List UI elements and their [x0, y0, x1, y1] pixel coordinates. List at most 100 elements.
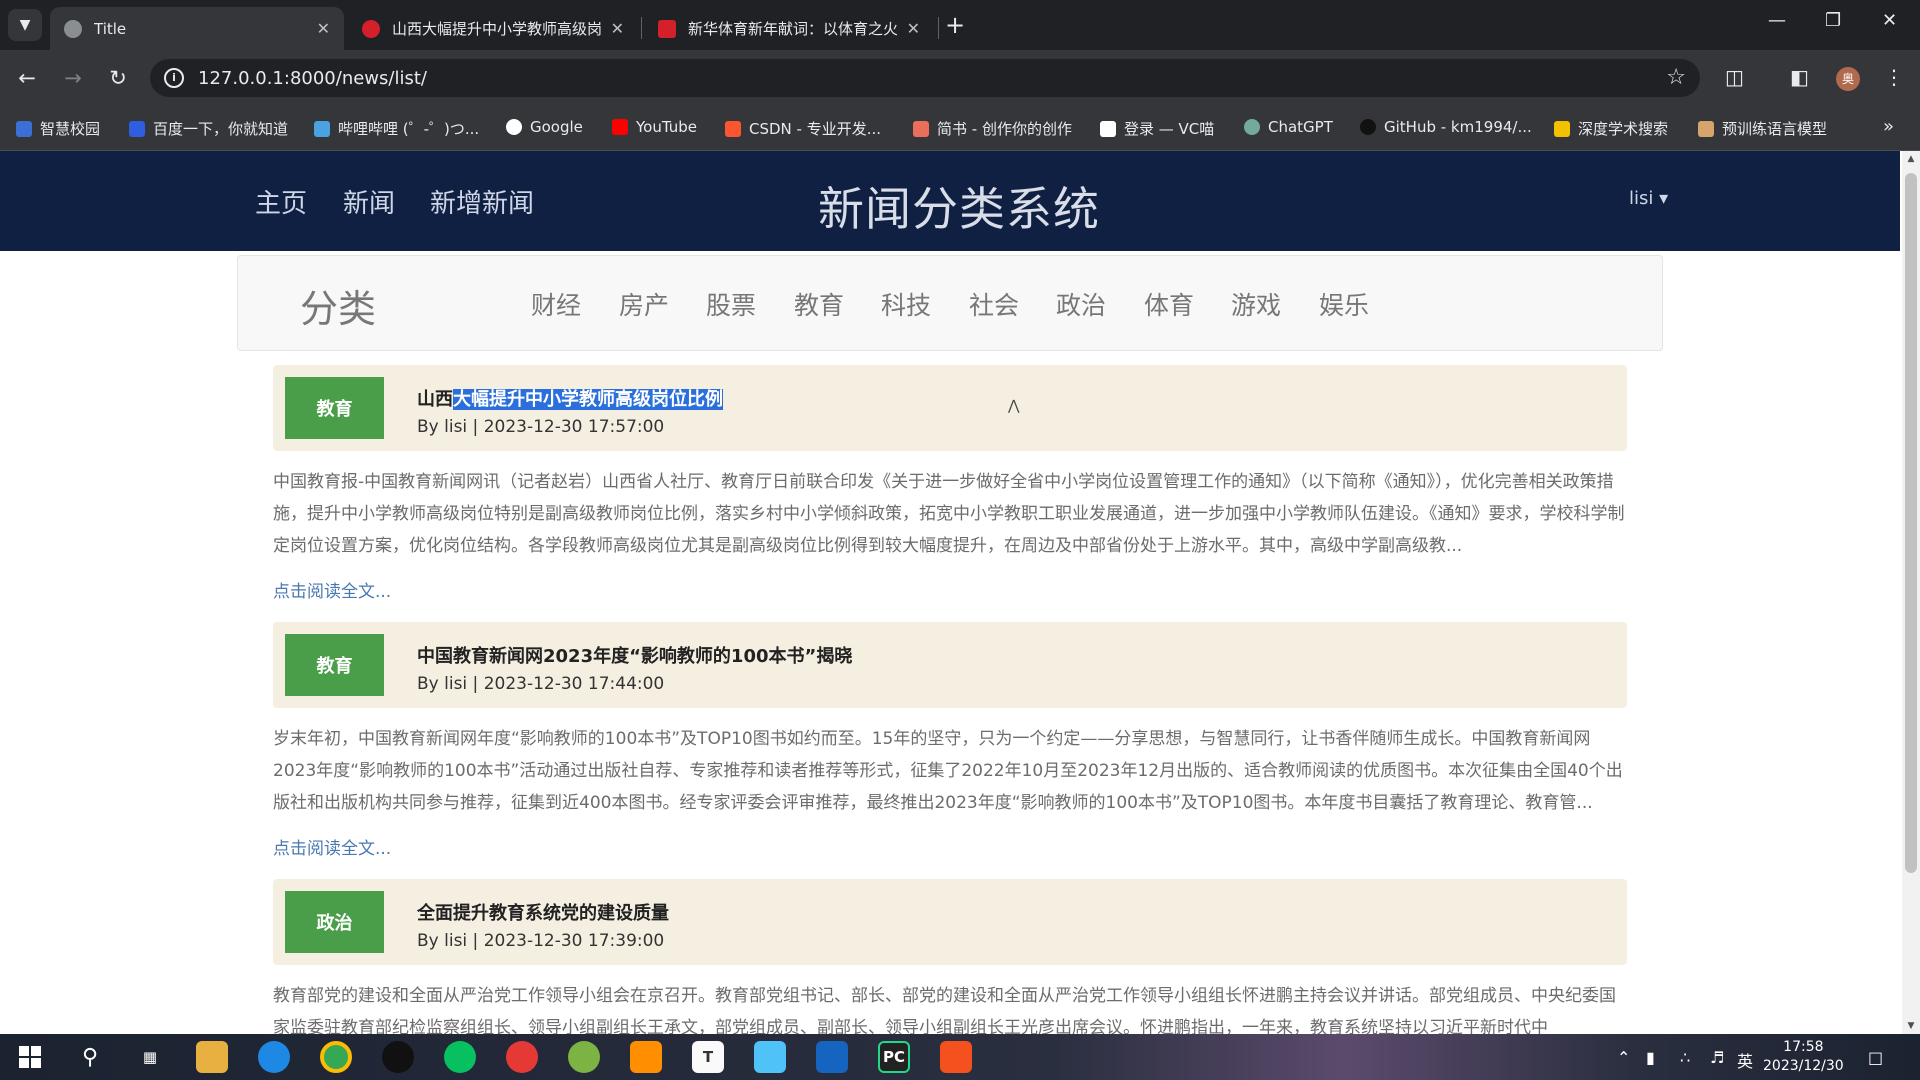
bookmark-item[interactable]: 智慧校园: [16, 118, 100, 139]
close-icon[interactable]: ✕: [317, 19, 330, 38]
bookmark-item[interactable]: ChatGPT: [1244, 118, 1333, 136]
bookmark-item[interactable]: 预训练语言模型: [1698, 118, 1827, 139]
notification-icon[interactable]: □: [1868, 1048, 1883, 1067]
bookmark-item[interactable]: 登录 — VC喵: [1100, 118, 1214, 139]
article-meta: By lisi | 2023-12-30 17:44:00: [417, 674, 665, 694]
article-meta: By lisi | 2023-12-30 17:39:00: [417, 931, 665, 951]
scroll-down-icon[interactable]: ▼: [1902, 1021, 1920, 1031]
wifi-icon[interactable]: ∴: [1680, 1048, 1690, 1067]
bookmark-item[interactable]: 深度学术搜索: [1554, 118, 1668, 139]
news-site-icon: [362, 19, 380, 38]
info-icon[interactable]: i: [164, 68, 184, 88]
tray-expand-icon[interactable]: ⌃: [1617, 1048, 1630, 1067]
category-sports[interactable]: 体育: [1144, 286, 1194, 322]
close-window-icon[interactable]: ✕: [1882, 10, 1897, 31]
nav-add-news-link[interactable]: 新增新闻: [430, 183, 534, 220]
close-icon[interactable]: ✕: [611, 19, 624, 38]
netease-music-icon[interactable]: [506, 1041, 538, 1073]
bookmark-item[interactable]: GitHub - km1994/...: [1360, 118, 1532, 136]
chrome-icon[interactable]: [320, 1041, 352, 1073]
bookmark-label: YouTube: [636, 118, 697, 136]
address-bar[interactable]: i 127.0.0.1:8000/news/list/ ☆: [150, 59, 1700, 97]
flower-app-icon[interactable]: [754, 1041, 786, 1073]
tab-news-shanxi[interactable]: 山西大幅提升中小学教师高级岗 ✕: [348, 7, 638, 50]
article-header: 教育 中国教育新闻网2023年度“影响教师的100本书”揭晓 By lisi |…: [273, 622, 1627, 708]
tab-title-page[interactable]: Title ✕: [50, 7, 344, 50]
battery-icon[interactable]: ▮: [1646, 1048, 1655, 1067]
article-header: 政治 全面提升教育系统党的建设质量 By lisi | 2023-12-30 1…: [273, 879, 1627, 965]
ime-indicator[interactable]: 英: [1737, 1048, 1753, 1072]
article-title[interactable]: 全面提升教育系统党的建设质量: [417, 899, 669, 925]
slides-icon[interactable]: [940, 1041, 972, 1073]
page-scrollbar[interactable]: ▲ ▼: [1902, 151, 1920, 1034]
menu-icon[interactable]: ⋮: [1884, 65, 1904, 89]
forward-icon[interactable]: →: [58, 63, 88, 93]
search-tool-icon[interactable]: [630, 1041, 662, 1073]
bookmark-star-icon[interactable]: ☆: [1666, 65, 1686, 90]
clock-date: 2023/12/30: [1763, 1058, 1844, 1074]
tab-search-button[interactable]: ▼: [8, 9, 42, 41]
task-view-icon[interactable]: ▦: [134, 1041, 166, 1073]
vscode-like-icon[interactable]: [816, 1041, 848, 1073]
bookmark-item[interactable]: 简书 - 创作你的创作: [913, 118, 1072, 139]
category-realestate[interactable]: 房产: [619, 286, 669, 322]
scholar-icon: [1554, 120, 1570, 137]
windows-start-icon[interactable]: [14, 1041, 46, 1073]
bookmark-item[interactable]: 哔哩哔哩 (゜-゜)つ...: [314, 118, 479, 139]
nav-news-link[interactable]: 新闻: [343, 183, 395, 220]
github-icon: [1360, 119, 1376, 135]
category-stocks[interactable]: 股票: [706, 286, 756, 322]
side-panel-icon[interactable]: ◧: [1790, 65, 1809, 89]
system-clock[interactable]: 17:58 2023/12/30: [1763, 1038, 1844, 1076]
pycharm-icon[interactable]: PC: [878, 1041, 910, 1073]
bookmark-label: CSDN - 专业开发...: [749, 120, 882, 138]
scrollbar-thumb[interactable]: [1905, 173, 1917, 873]
bookmark-item[interactable]: YouTube: [612, 118, 697, 136]
read-more-link[interactable]: 点击阅读全文...: [273, 834, 1627, 859]
nav-home-link[interactable]: 主页: [255, 183, 307, 220]
reload-icon[interactable]: ↻: [103, 63, 133, 93]
category-entertainment[interactable]: 娱乐: [1319, 286, 1369, 322]
read-more-link[interactable]: 点击阅读全文...: [273, 577, 1627, 602]
article-card: 政治 全面提升教育系统党的建设质量 By lisi | 2023-12-30 1…: [273, 879, 1627, 1034]
scroll-up-icon[interactable]: ▲: [1902, 154, 1920, 164]
bookmark-item[interactable]: Google: [506, 118, 583, 136]
category-society[interactable]: 社会: [969, 286, 1019, 322]
user-dropdown[interactable]: lisi ▾: [1629, 188, 1668, 209]
user-name: lisi: [1629, 188, 1654, 209]
wechat-icon[interactable]: [444, 1041, 476, 1073]
typora-icon[interactable]: T: [692, 1041, 724, 1073]
search-icon[interactable]: ⚲: [74, 1041, 106, 1073]
edge-icon[interactable]: [258, 1041, 290, 1073]
app-icon[interactable]: [568, 1041, 600, 1073]
profile-avatar[interactable]: 奥: [1836, 67, 1860, 91]
url-text[interactable]: 127.0.0.1:8000/news/list/: [198, 68, 427, 89]
tab-news-sport[interactable]: 新华体育新年献词：以体育之火 ✕: [644, 7, 934, 50]
bookmark-item[interactable]: CSDN - 专业开发...: [725, 118, 881, 139]
close-icon[interactable]: ✕: [907, 19, 920, 38]
page-viewport: 主页 新闻 新增新闻 新闻分类系统 lisi ▾ 分类 财经 房产 股票 教育 …: [0, 151, 1920, 1034]
jianshu-icon: [913, 120, 929, 137]
new-tab-button[interactable]: +: [945, 12, 965, 38]
article-title[interactable]: 中国教育新闻网2023年度“影响教师的100本书”揭晓: [417, 642, 852, 668]
volume-icon[interactable]: ♬: [1710, 1048, 1724, 1067]
vc-icon: [1100, 120, 1116, 137]
site-navbar: 主页 新闻 新增新闻 新闻分类系统 lisi ▾: [0, 151, 1900, 251]
chevron-double-right-icon[interactable]: »: [1883, 116, 1894, 137]
restore-icon[interactable]: ❐: [1825, 10, 1841, 31]
article-icon: [1698, 120, 1714, 137]
category-tech[interactable]: 科技: [881, 286, 931, 322]
category-finance[interactable]: 财经: [531, 286, 581, 322]
bookmark-item[interactable]: 百度一下，你就知道: [129, 118, 288, 139]
file-explorer-icon[interactable]: [196, 1041, 228, 1073]
article-title[interactable]: 山西大幅提升中小学教师高级岗位比例: [417, 385, 723, 411]
category-politics[interactable]: 政治: [1056, 286, 1106, 322]
category-games[interactable]: 游戏: [1231, 286, 1281, 322]
extensions-icon[interactable]: ◫: [1725, 65, 1744, 89]
minimize-icon[interactable]: —: [1768, 10, 1786, 31]
qq-icon[interactable]: [382, 1041, 414, 1073]
category-education[interactable]: 教育: [794, 286, 844, 322]
back-icon[interactable]: ←: [12, 63, 42, 93]
bookmark-label: 预训练语言模型: [1722, 120, 1828, 138]
bookmark-label: 登录 — VC喵: [1124, 120, 1215, 138]
